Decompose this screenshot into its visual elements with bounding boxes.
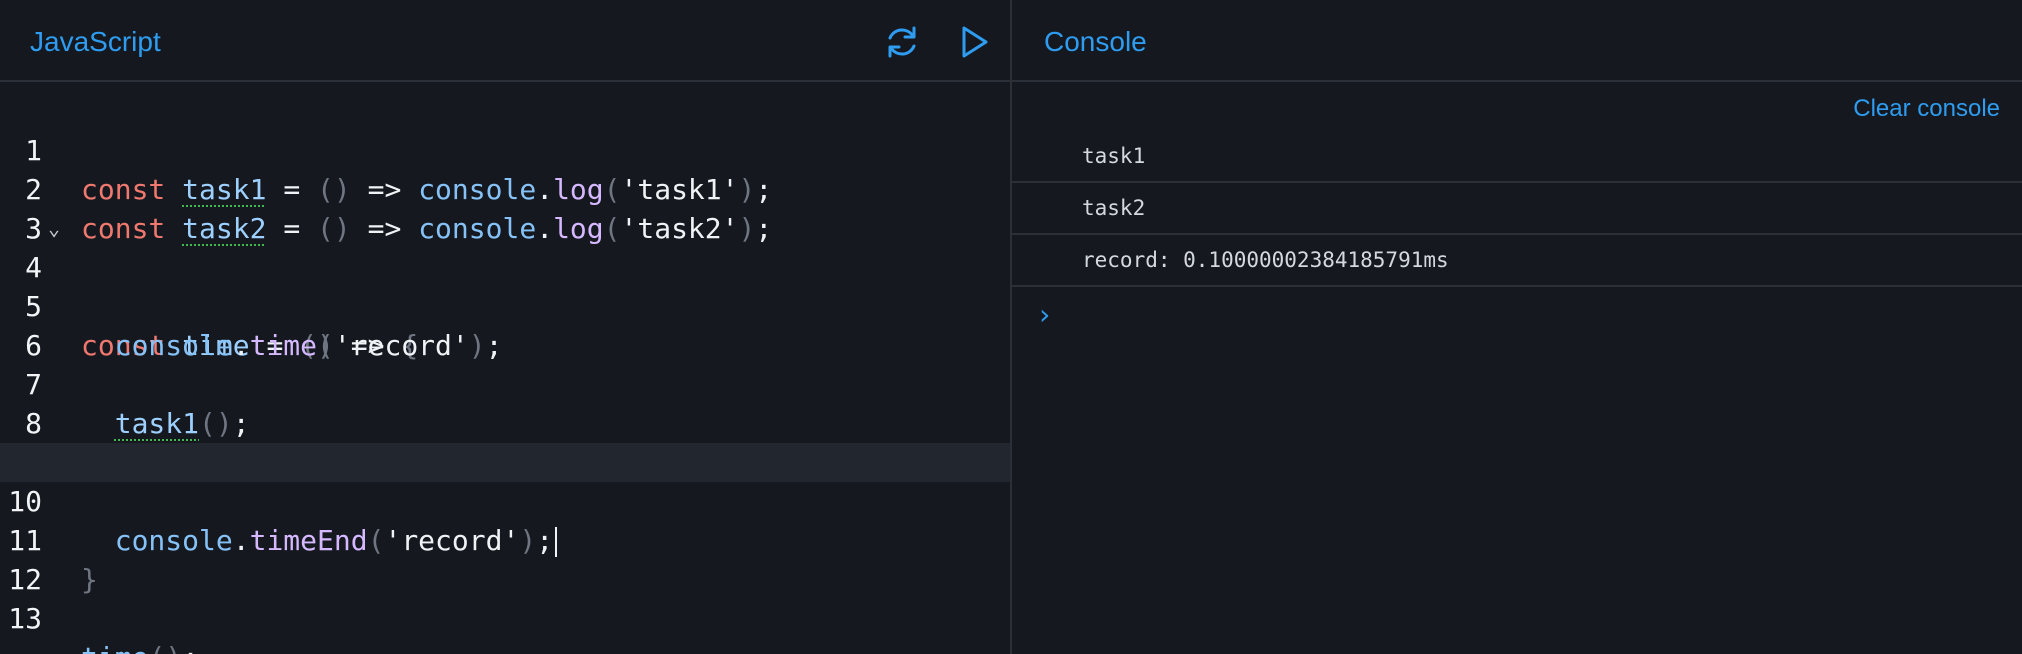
- play-icon: [962, 26, 988, 58]
- clear-console-button[interactable]: Clear console: [1853, 95, 2000, 123]
- line-number: 13: [8, 602, 42, 635]
- console-entry: record: 0.10000002384185791ms: [1012, 235, 2022, 287]
- console-header: Console: [1012, 0, 2022, 82]
- code-line[interactable]: 2 const task2 = () => console.log('task2…: [0, 131, 1010, 245]
- code-line[interactable]: 5 console.time('record');: [0, 248, 1010, 362]
- code-line-active[interactable]: 10 console.timeEnd('record');: [0, 443, 1010, 557]
- code-line[interactable]: 4 ⌄ const time = () => {: [0, 209, 1010, 362]
- code-line[interactable]: 13 time();: [0, 560, 1010, 654]
- console-title: Console: [1044, 26, 1147, 57]
- run-button[interactable]: [952, 20, 996, 64]
- console-entry: task2: [1012, 183, 2022, 235]
- refresh-button[interactable]: [880, 20, 924, 64]
- console-prompt-chevron-icon[interactable]: ›: [1036, 298, 1053, 331]
- code-text: time();: [81, 638, 199, 654]
- console-entry-text: task1: [1082, 144, 1146, 168]
- code-editor[interactable]: 1 const task1 = () => console.log('task1…: [0, 92, 1010, 654]
- console-entry: task1: [1012, 131, 2022, 183]
- code-line[interactable]: 11 }: [0, 482, 1010, 596]
- console-output: task1 task2 record: 0.10000002384185791m…: [1012, 131, 2022, 287]
- fold-chevron-icon[interactable]: ⌄: [48, 209, 60, 248]
- code-line[interactable]: 3: [0, 170, 1010, 245]
- console-entry-text: record: 0.10000002384185791ms: [1082, 248, 1449, 272]
- code-line[interactable]: 8 task2();: [0, 365, 1010, 479]
- console-entry-text: task2: [1082, 196, 1146, 220]
- code-line[interactable]: 1 const task1 = () => console.log('task1…: [0, 92, 1010, 206]
- refresh-icon: [888, 26, 916, 58]
- editor-title: JavaScript: [30, 26, 161, 57]
- editor-pane: JavaScript 1 const task1 = () => console…: [0, 0, 1010, 654]
- code-line[interactable]: 9: [0, 404, 1010, 479]
- code-line[interactable]: 7 task1();: [0, 326, 1010, 440]
- code-line[interactable]: 12: [0, 521, 1010, 596]
- editor-header: JavaScript: [0, 0, 1010, 82]
- code-line[interactable]: 6: [0, 287, 1010, 362]
- console-pane: Console Clear console task1 task2 record…: [1012, 0, 2022, 654]
